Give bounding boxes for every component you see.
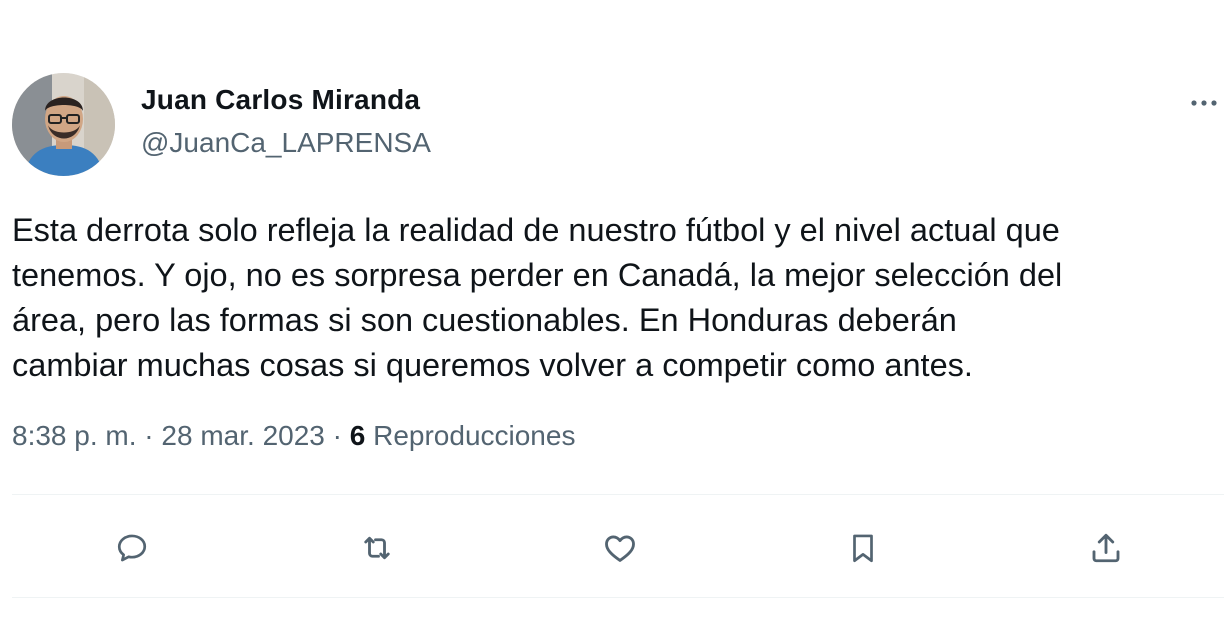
retweet-icon [364,536,390,560]
more-dots-icon [1191,100,1217,106]
views-label: Reproducciones [373,420,576,451]
tweet-time-link[interactable]: 8:38 p. m. [12,420,137,451]
tweet-date: 28 mar. 2023 [161,420,325,451]
like-icon [605,535,635,562]
share-icon [1092,533,1120,563]
views-count: 6 [349,420,366,451]
action-bar [0,520,1224,576]
divider-bottom [12,597,1224,598]
tweet-metadata: 8:38 p. m. · 28 mar. 2023 · 6 Reproducci… [12,420,575,452]
more-options-button[interactable] [1184,88,1224,118]
tweet-card: Juan Carlos Miranda @JuanCa_LAPRENSA Est… [0,0,1224,635]
retweet-button[interactable] [349,520,405,576]
reply-button[interactable] [104,520,160,576]
avatar[interactable] [12,73,115,176]
meta-separator: · [332,420,342,451]
views-link[interactable]: 6 Reproducciones [350,420,576,451]
tweet-date-link[interactable]: 28 mar. 2023 [161,420,324,451]
avatar-image [12,73,115,176]
author-handle[interactable]: @JuanCa_LAPRENSA [141,127,431,159]
bookmark-icon [853,534,873,563]
bookmark-button[interactable] [835,520,891,576]
tweet-text: Esta derrota solo refleja la realidad de… [12,212,1063,383]
tweet-time: 8:38 p. m. [12,420,137,451]
divider-top [12,494,1224,495]
share-button[interactable] [1078,520,1134,576]
like-button[interactable] [592,520,648,576]
reply-icon [117,534,147,562]
author-display-name[interactable]: Juan Carlos Miranda [141,84,420,116]
meta-separator: · [144,420,154,451]
